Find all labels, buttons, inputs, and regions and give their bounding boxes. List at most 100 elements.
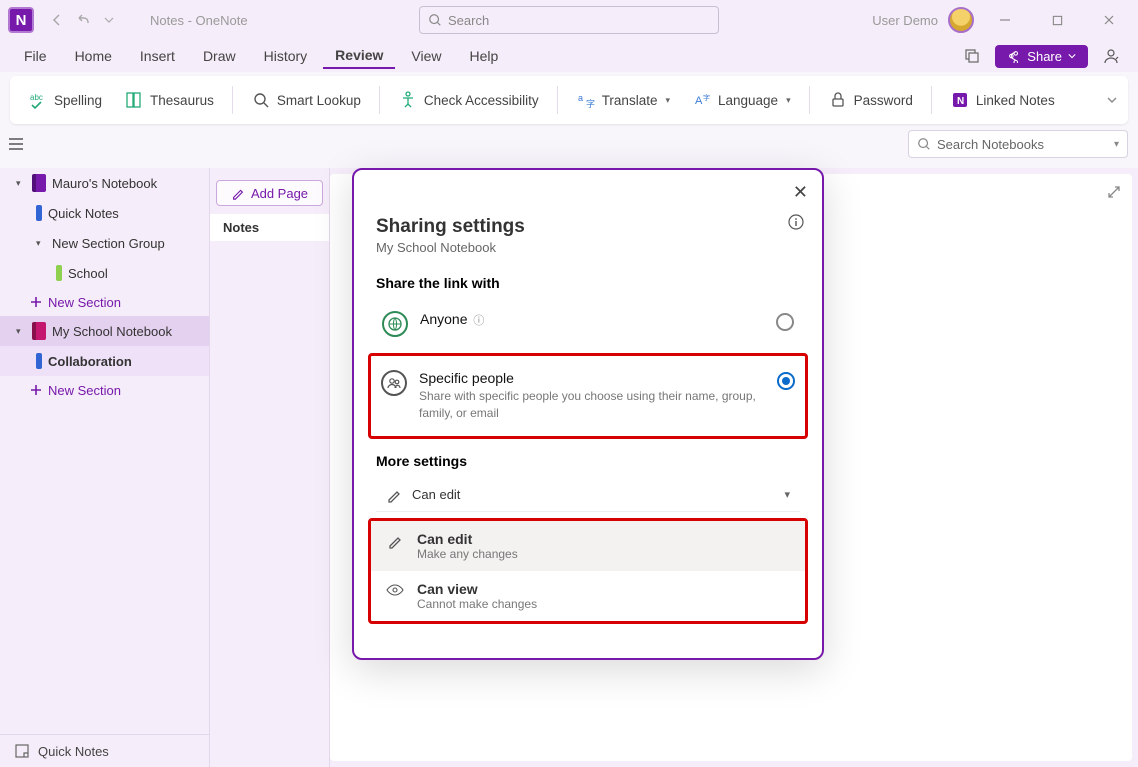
tab-file[interactable]: File: [12, 44, 59, 68]
search-notebooks-box[interactable]: Search Notebooks ▾: [908, 130, 1128, 158]
spelling-icon: abc: [28, 90, 48, 110]
can-view-title: Can view: [417, 581, 537, 597]
plus-icon: [30, 384, 42, 396]
ribbon-thesaurus-button[interactable]: Thesaurus: [116, 86, 222, 114]
info-small-icon: ⓘ: [473, 315, 484, 327]
ribbon-password-label: Password: [854, 93, 913, 108]
ribbon-smart-lookup-button[interactable]: Smart Lookup: [243, 87, 369, 113]
ribbon-language-button[interactable]: A字 Language ▾: [684, 86, 799, 114]
notebook-item-school[interactable]: ▾ My School Notebook: [0, 316, 209, 346]
ribbon-overflow-button[interactable]: [1106, 94, 1118, 106]
section-group-label: New Section Group: [52, 236, 165, 251]
title-bar: N Notes - OneNote Search User Demo: [0, 0, 1138, 40]
chevron-down-icon: [1068, 52, 1076, 60]
share-option-anyone[interactable]: Anyone ⓘ: [376, 301, 800, 347]
svg-text:N: N: [957, 96, 964, 107]
info-icon[interactable]: [788, 214, 804, 230]
maximize-button[interactable]: [1036, 5, 1078, 35]
minimize-button[interactable]: [984, 5, 1026, 35]
specific-people-title: Specific people: [419, 370, 765, 386]
edit-icon: [231, 186, 245, 200]
permission-select-value: Can edit: [412, 487, 460, 502]
new-section-button-1[interactable]: New Section: [0, 288, 209, 316]
eye-icon: [385, 583, 405, 597]
highlight-specific-people: Specific people Share with specific peop…: [368, 353, 808, 439]
tab-history[interactable]: History: [252, 44, 320, 68]
svg-text:abc: abc: [30, 93, 43, 102]
ribbon-accessibility-button[interactable]: Check Accessibility: [390, 86, 547, 114]
share-button[interactable]: Share: [995, 45, 1088, 68]
specific-people-desc: Share with specific people you choose us…: [419, 388, 765, 422]
user-avatar[interactable]: [948, 7, 974, 33]
ribbon-thesaurus-label: Thesaurus: [150, 93, 214, 108]
notebook-tree-sidebar: ▾ Mauro's Notebook Quick Notes ▾ New Sec…: [0, 168, 210, 767]
radio-specific-people[interactable]: [777, 372, 795, 390]
ribbon-linked-notes-button[interactable]: N Linked Notes: [942, 86, 1063, 114]
notebook-icon: [32, 174, 46, 192]
pencil-icon: [385, 533, 405, 549]
add-page-label: Add Page: [251, 186, 308, 201]
chevron-down-icon: ▾: [16, 326, 26, 337]
search-icon: [917, 137, 931, 151]
section-label: Quick Notes: [48, 206, 119, 221]
nav-back-button[interactable]: [44, 7, 70, 33]
title-search-placeholder: Search: [448, 13, 489, 28]
app-logo: N: [8, 7, 34, 33]
svg-text:a: a: [578, 93, 583, 103]
radio-anyone[interactable]: [776, 313, 794, 331]
ribbon-spelling-button[interactable]: abc Spelling: [20, 86, 110, 114]
search-icon: [428, 13, 442, 27]
ribbon-translate-button[interactable]: a字 Translate ▾: [568, 86, 678, 114]
ribbon-password-button[interactable]: Password: [820, 87, 921, 113]
section-group-item[interactable]: ▾ New Section Group: [0, 228, 209, 258]
ribbon-smart-lookup-label: Smart Lookup: [277, 93, 361, 108]
section-label: School: [68, 266, 108, 281]
tab-review[interactable]: Review: [323, 43, 395, 69]
page-item-notes[interactable]: Notes: [210, 214, 329, 241]
notebook-icon: [32, 322, 46, 340]
undo-button[interactable]: [70, 7, 96, 33]
close-button[interactable]: [1088, 5, 1130, 35]
dialog-close-button[interactable]: ✕: [793, 182, 808, 203]
open-in-new-window-button[interactable]: [957, 42, 987, 70]
new-section-button-2[interactable]: New Section: [0, 376, 209, 404]
section-icon: [56, 265, 62, 281]
qat-more-button[interactable]: [96, 7, 122, 33]
menu-tabs: File Home Insert Draw History Review Vie…: [0, 40, 1138, 72]
navigation-toggle-button[interactable]: [6, 134, 26, 154]
permission-select[interactable]: Can edit ▾: [376, 479, 800, 512]
sidebar-footer-quick-notes[interactable]: Quick Notes: [0, 734, 209, 767]
tab-help[interactable]: Help: [458, 44, 511, 68]
tab-home[interactable]: Home: [63, 44, 124, 68]
profile-pane-button[interactable]: [1096, 42, 1126, 70]
tab-draw[interactable]: Draw: [191, 44, 248, 68]
permission-option-can-edit[interactable]: Can edit Make any changes: [371, 521, 805, 571]
title-search-box[interactable]: Search: [419, 6, 719, 34]
more-settings-label: More settings: [376, 453, 800, 469]
chevron-down-icon: ▾: [786, 95, 791, 106]
footer-quick-notes-label: Quick Notes: [38, 744, 109, 759]
section-quick-notes[interactable]: Quick Notes: [0, 198, 209, 228]
expand-icon[interactable]: [1106, 184, 1122, 200]
share-icon: [1007, 49, 1021, 63]
section-school[interactable]: School: [0, 258, 209, 288]
share-option-anyone-label: Anyone: [420, 311, 467, 327]
permission-option-can-view[interactable]: Can view Cannot make changes: [371, 571, 805, 621]
window-title: Notes - OneNote: [150, 13, 248, 28]
section-icon: [36, 205, 42, 221]
svg-text:A: A: [695, 95, 703, 107]
can-edit-title: Can edit: [417, 531, 518, 547]
share-option-specific-people[interactable]: Specific people Share with specific peop…: [375, 360, 801, 432]
chevron-down-icon: ▾: [1114, 139, 1119, 150]
add-page-button[interactable]: Add Page: [216, 180, 323, 206]
notebook-label: My School Notebook: [52, 324, 172, 339]
tab-insert[interactable]: Insert: [128, 44, 187, 68]
thesaurus-icon: [124, 90, 144, 110]
note-icon: [14, 743, 30, 759]
ribbon-language-label: Language: [718, 93, 778, 108]
chevron-down-icon: ▾: [784, 488, 790, 501]
tab-view[interactable]: View: [399, 44, 453, 68]
section-collaboration[interactable]: Collaboration: [0, 346, 209, 376]
user-name-label: User Demo: [872, 13, 938, 28]
notebook-item-mauros[interactable]: ▾ Mauro's Notebook: [0, 168, 209, 198]
